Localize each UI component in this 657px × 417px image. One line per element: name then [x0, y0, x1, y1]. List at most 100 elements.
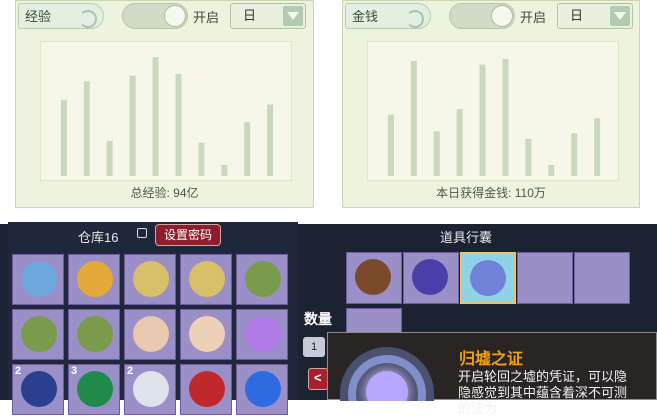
exp-tab[interactable]: 经验: [18, 3, 104, 29]
bag-slot[interactable]: [403, 252, 459, 304]
red-seal-icon: [189, 371, 225, 407]
exp-panel: 经验 开启 日 总经验: 94亿: [15, 0, 314, 208]
storage-slot[interactable]: [180, 254, 232, 305]
money-period-value: 日: [570, 8, 584, 23]
item-description-line: 的法力: [458, 401, 498, 416]
storage-slot[interactable]: [124, 254, 176, 305]
storage-slot[interactable]: [68, 309, 120, 360]
amulet-icon: [412, 259, 448, 295]
exp-tab-label: 经验: [25, 9, 52, 24]
money-tab-label: 金钱: [352, 9, 379, 24]
toggle-knob: [164, 5, 186, 27]
storage-slot[interactable]: [124, 309, 176, 360]
chart-bar: [60, 99, 67, 176]
chart-bar: [83, 81, 90, 176]
quantity-field[interactable]: 1: [303, 337, 325, 357]
storage-grid: 2 3 2: [12, 254, 294, 415]
chart-bar: [129, 75, 136, 176]
money-panel: 金钱 开启 日 本日获得金钱: 110万: [342, 0, 640, 208]
chart-bar: [479, 64, 486, 176]
money-chart: [367, 41, 619, 181]
crystal-ball-icon: [21, 261, 57, 297]
storage-slot[interactable]: [180, 364, 232, 415]
chart-bar: [106, 140, 113, 176]
toggle-knob: [491, 5, 513, 27]
chart-bar: [267, 104, 274, 176]
chart-bar: [502, 59, 509, 176]
purple-orb-icon: [245, 316, 281, 352]
chart-bar: [410, 60, 417, 176]
storage-slot[interactable]: 2: [124, 364, 176, 415]
lock-icon: [137, 228, 147, 238]
chart-bar: [221, 164, 228, 176]
blue-crystal-icon: [245, 371, 281, 407]
bag-slot[interactable]: [517, 252, 573, 304]
portal-token-icon: [470, 260, 506, 296]
storage-slot[interactable]: [12, 254, 64, 305]
chart-bar: [594, 118, 601, 176]
storage-slot[interactable]: 3: [68, 364, 120, 415]
storage-slot[interactable]: [180, 309, 232, 360]
scepter-icon: [189, 261, 225, 297]
white-seal-icon: [133, 371, 169, 407]
green-seal-icon: [77, 371, 113, 407]
exp-period-value: 日: [243, 8, 257, 23]
portal-token-icon: [340, 347, 434, 401]
chart-bar: [152, 57, 159, 176]
exp-chart-svg: [60, 57, 274, 176]
bag-slot-selected[interactable]: [460, 252, 516, 304]
storage-title: 仓库16: [78, 230, 119, 245]
pipe-icon: [355, 259, 391, 295]
chart-bar: [548, 164, 555, 176]
set-password-button[interactable]: 设置密码: [155, 224, 221, 246]
chart-bar: [244, 122, 251, 176]
item-description: 开启轮回之墟的凭证，可以隐 隐感觉到其中蕴含着深不可测 的法力: [458, 369, 657, 417]
inventory-area: 仓库16 设置密码 2 3 2 数量 1 道具行囊: [0, 208, 657, 416]
item-description-line: 开启轮回之墟的凭证，可以隐: [458, 369, 628, 384]
chart-bar: [198, 142, 205, 176]
exp-toggle-label: 开启: [193, 10, 220, 25]
item-count: 3: [71, 365, 78, 377]
exp-period-select[interactable]: 日: [230, 3, 306, 29]
exp-toggle[interactable]: [122, 3, 188, 29]
item-count: 2: [15, 365, 22, 377]
herb-icon: [245, 261, 281, 297]
pearl-icon: [189, 316, 225, 352]
bag-title: 道具行囊: [440, 230, 493, 245]
chart-bar: [433, 131, 440, 176]
decrease-quantity-button[interactable]: [308, 368, 328, 390]
money-total-caption: 本日获得金钱: 110万: [436, 186, 546, 200]
ornament-icon: [79, 10, 97, 28]
ornament-icon: [406, 10, 424, 28]
exp-chart: [40, 41, 292, 181]
chevron-down-icon[interactable]: [283, 6, 303, 26]
exp-total-caption: 总经验: 94亿: [130, 186, 199, 200]
gold-orb-icon: [77, 261, 113, 297]
money-chart-svg: [387, 59, 601, 176]
blue-gem-icon: [21, 371, 57, 407]
storage-slot[interactable]: [236, 254, 288, 305]
money-period-select[interactable]: 日: [557, 3, 633, 29]
chart-bar: [525, 138, 532, 176]
item-count: 2: [127, 365, 134, 377]
chevron-down-icon[interactable]: [610, 6, 630, 26]
storage-slot[interactable]: [236, 364, 288, 415]
bag-slot[interactable]: [346, 252, 402, 304]
chart-bar: [175, 73, 182, 176]
storage-slot[interactable]: [12, 309, 64, 360]
item-tooltip: 归墟之证 开启轮回之墟的凭证，可以隐 隐感觉到其中蕴含着深不可测 的法力: [327, 332, 657, 416]
herb-icon: [21, 316, 57, 352]
bag-slot[interactable]: [574, 252, 630, 304]
money-toggle[interactable]: [449, 3, 515, 29]
storage-slot[interactable]: 2: [12, 364, 64, 415]
chart-bar: [571, 133, 578, 176]
storage-slot[interactable]: [236, 309, 288, 360]
money-toggle-label: 开启: [520, 10, 547, 25]
chart-bar: [387, 114, 394, 176]
chart-bar: [456, 109, 463, 176]
money-tab[interactable]: 金钱: [345, 3, 431, 29]
scepter-icon: [133, 261, 169, 297]
quantity-label: 数量: [304, 311, 332, 327]
herb-icon: [77, 316, 113, 352]
storage-slot[interactable]: [68, 254, 120, 305]
